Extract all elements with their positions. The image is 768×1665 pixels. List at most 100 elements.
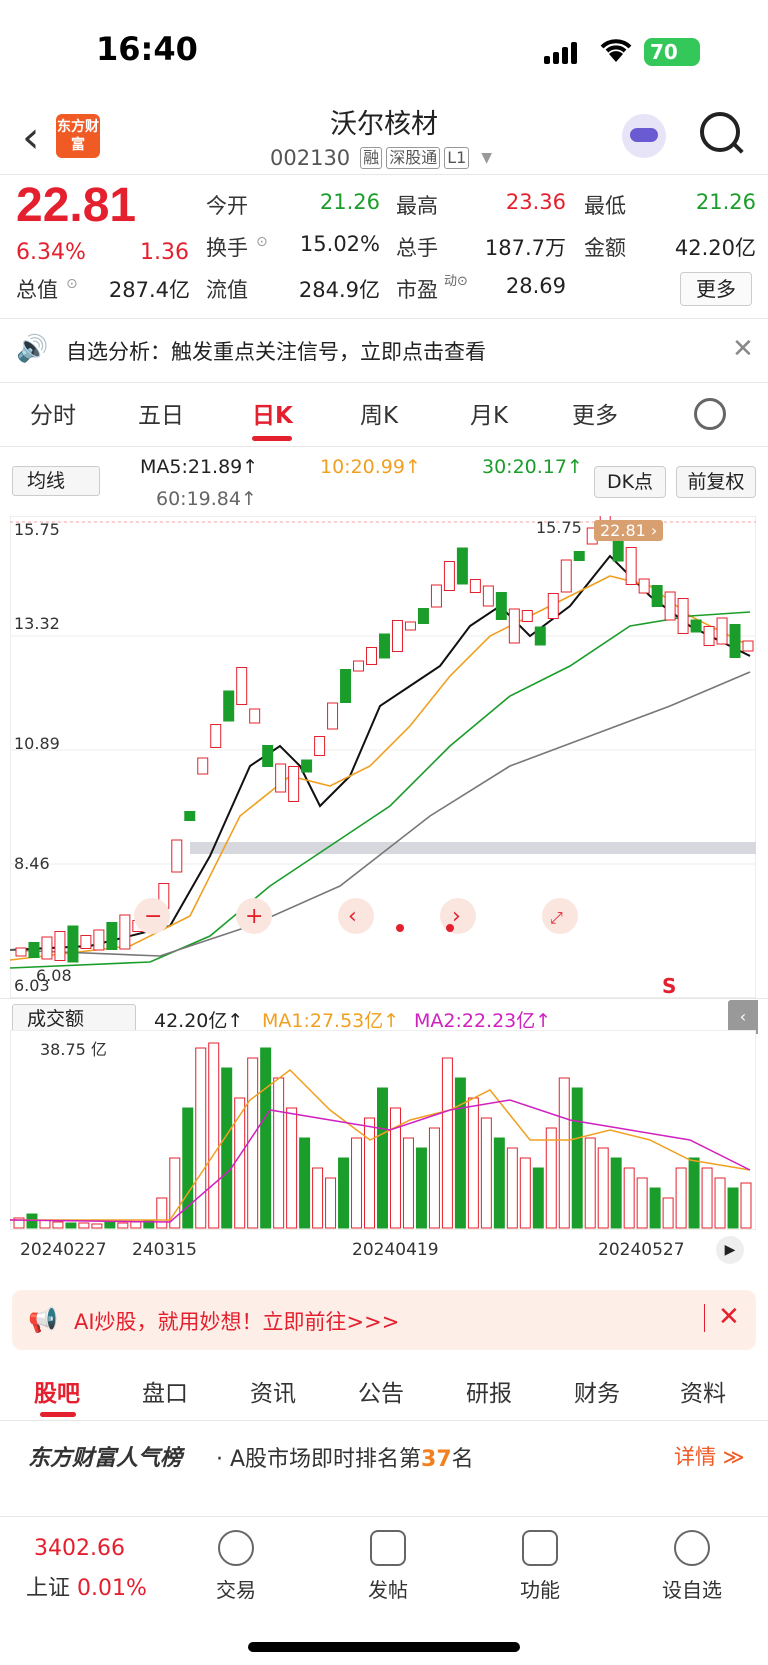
adjust-button[interactable]: 前复权 [676,466,756,498]
candle [391,620,403,652]
dynamic-pe-icon[interactable]: 动⊙ [444,270,468,289]
candle [456,547,468,585]
expand-icon: ⤢ [550,908,563,927]
close-icon[interactable]: ✕ [718,1302,740,1332]
tag-connect: 深股通 [386,147,441,169]
tab-daily-k[interactable]: 日K [252,396,293,430]
tab-monthly-k[interactable]: 月K [470,396,508,430]
value-amount: 42.20亿 [674,236,756,260]
tab-guba[interactable]: 股吧 [34,1374,80,1408]
volume-bar [597,1147,609,1229]
volume-bar [558,1077,570,1229]
nav-functions[interactable]: 功能 [500,1530,580,1603]
ma30-value: 30:20.17↑ [482,456,583,478]
volume-bar [740,1182,752,1229]
tab-intraday[interactable]: 分时 [30,396,76,430]
change-amount: 1.36 [140,240,189,265]
candle [651,585,663,607]
index-value[interactable]: 3402.66 [34,1536,125,1561]
label-volume: 总手 [396,236,438,260]
volume-value: 42.20亿↑ [154,1010,244,1032]
candle [340,669,352,703]
candle [301,759,313,773]
candle [417,608,429,624]
search-icon[interactable] [700,112,740,152]
candle [80,935,92,949]
close-icon[interactable]: ✕ [732,334,754,364]
assistant-robot-icon[interactable] [622,114,666,158]
candle [703,626,715,646]
dk-points-button[interactable]: DK点 [594,466,666,498]
tag-level: L1 [444,147,470,169]
play-icon[interactable]: ▶ [716,1236,744,1264]
current-price: 22.81 [16,179,137,232]
volume-bar [545,1127,557,1229]
collapse-icon[interactable]: ‹ [728,1000,758,1034]
index-row[interactable]: 上证 0.01% [26,1570,147,1602]
volume-bar [571,1087,583,1229]
label-turnover: 换手 [206,236,248,260]
candle [28,942,40,958]
value-pe: 28.69 [505,274,566,298]
gear-icon[interactable] [694,398,726,430]
tab-research[interactable]: 研报 [466,1374,512,1408]
volume-bar [519,1157,531,1229]
candle [41,936,53,960]
volume-bar [364,1117,376,1229]
ad-text[interactable]: AI炒股，就用妙想！立即前往>>> [74,1306,399,1336]
nav-add-watchlist[interactable]: 设自选 [652,1530,732,1603]
volume-chart [10,1030,756,1230]
grid-icon [522,1530,558,1566]
volume-y-top: 38.75 亿 [40,1040,107,1059]
tab-finance[interactable]: 财务 [574,1374,620,1408]
tab-five-day[interactable]: 五日 [138,396,184,430]
zoom-out-icon: − [144,904,162,929]
info-icon[interactable]: ⊙ [256,234,268,250]
indicator-select[interactable]: 均线 [12,466,100,496]
candle [716,617,728,645]
y-tick: 8.46 [14,854,50,873]
candle [288,766,300,802]
volume-bar [117,1222,129,1229]
volume-bar [714,1177,726,1229]
tab-news[interactable]: 资讯 [250,1374,296,1408]
candle [638,578,650,594]
x-tick: 20240527 [598,1240,685,1260]
rank-details-link[interactable]: 详情 ≫ [674,1441,745,1471]
stock-code-row[interactable]: 002130 融 深股通 L1 ▼ [270,144,492,172]
candle [236,667,248,705]
candle [223,690,235,722]
nav-post[interactable]: 发帖 [348,1530,428,1603]
more-button[interactable]: 更多 [680,272,752,306]
candle [742,640,754,652]
volume-bar [636,1177,648,1229]
candle [93,929,105,951]
volume-bar [234,1097,246,1229]
value-float-cap: 284.9亿 [298,278,380,302]
volume-bar [428,1127,440,1229]
volume-ma1: MA1:27.53亿↑ [262,1010,400,1032]
volume-bar [286,1107,298,1229]
info-icon[interactable]: ⊙ [66,276,78,292]
candle [534,626,546,646]
volume-bar [208,1042,220,1229]
tab-pankou[interactable]: 盘口 [142,1374,188,1408]
notice-text[interactable]: 自选分析：触发重点关注信号，立即点击查看 [66,336,486,366]
caret-down-icon: ▼ [481,150,493,166]
nav-trade[interactable]: 交易 [196,1530,276,1603]
candle [677,598,689,634]
volume-bar [506,1147,518,1229]
tab-profile[interactable]: 资料 [680,1374,726,1408]
active-tab-indicator [252,436,292,441]
volume-bar [454,1077,466,1229]
tab-announcement[interactable]: 公告 [358,1374,404,1408]
candlestick-chart[interactable]: − + ‹ › ⤢ [10,516,756,998]
tab-weekly-k[interactable]: 周K [360,396,398,430]
volume-bar [727,1187,739,1229]
volume-bar [130,1221,142,1229]
value-low: 21.26 [695,190,756,214]
candle [625,547,637,585]
volume-bar [467,1097,479,1229]
volume-bar [260,1047,272,1229]
tab-more[interactable]: 更多 [572,396,618,430]
